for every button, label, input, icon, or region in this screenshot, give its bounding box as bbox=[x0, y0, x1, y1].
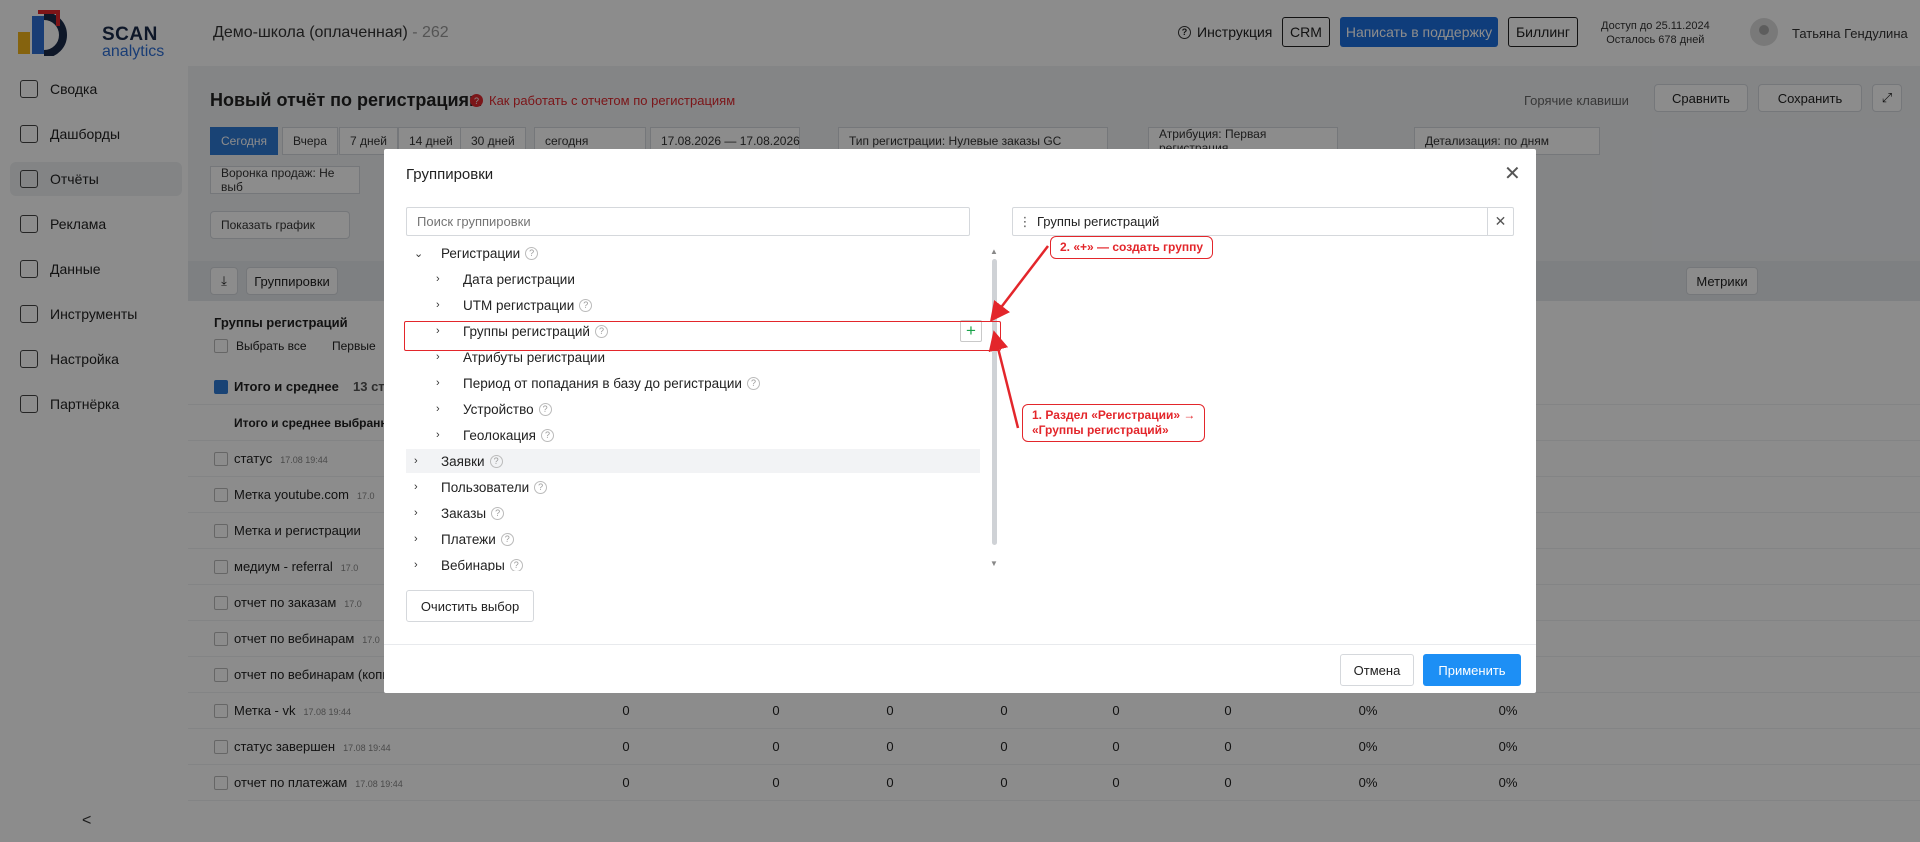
grouping-search-input[interactable] bbox=[406, 207, 970, 236]
scroll-down-icon[interactable]: ▼ bbox=[990, 559, 998, 568]
tree-node-text: Атрибуты регистрации bbox=[463, 350, 605, 365]
tree-node[interactable]: › Заявки? bbox=[406, 449, 980, 473]
selected-grouping-label: Группы регистраций bbox=[1037, 214, 1160, 229]
chevron-down-icon[interactable]: ⌄ bbox=[414, 247, 423, 260]
tree-node-label: Пользователи bbox=[441, 479, 530, 495]
tree-node-label: Период от попадания в базу до регистраци… bbox=[463, 375, 742, 391]
help-icon[interactable]: ? bbox=[746, 376, 760, 390]
tree-node[interactable]: › Платежи? bbox=[406, 527, 980, 551]
chevron-right-icon[interactable]: › bbox=[414, 507, 418, 519]
tree-node-label: Дата регистрации bbox=[463, 271, 575, 287]
help-icon[interactable]: ? bbox=[540, 428, 554, 442]
callout-2: 2. «+» — создать группу bbox=[1050, 236, 1214, 259]
selected-grouping: ⋮ Группы регистраций ✕ bbox=[1012, 207, 1514, 236]
tree-node-text: Заказы? bbox=[441, 505, 505, 521]
callout-1: 1. Раздел «Регистрации» → «Группы регист… bbox=[1022, 404, 1206, 442]
callout-1-line2: «Группы регистраций» bbox=[1032, 423, 1169, 437]
tree-node-text: Геолокация? bbox=[463, 428, 554, 443]
tree-node-text: Заявки? bbox=[441, 454, 503, 469]
help-icon[interactable]: ? bbox=[500, 532, 514, 546]
tree-node[interactable]: › Пользователи? bbox=[406, 475, 980, 499]
tree-node-text: Регистрации? bbox=[441, 245, 539, 261]
scroll-up-icon[interactable]: ▲ bbox=[990, 247, 998, 256]
cancel-button[interactable]: Отмена bbox=[1340, 654, 1414, 686]
tree-node-label: Атрибуты регистрации bbox=[463, 349, 606, 365]
tree-node[interactable]: ⌄ Регистрации? bbox=[406, 241, 980, 265]
modal-title: Группировки bbox=[406, 166, 494, 183]
tree-node-text: Устройство? bbox=[463, 402, 552, 417]
chevron-right-icon[interactable]: › bbox=[414, 481, 418, 493]
grouping-tree: ⌄ Регистрации? › Дата регистрации › UTM регис… bbox=[406, 241, 980, 571]
remove-icon[interactable]: ✕ bbox=[1487, 208, 1513, 235]
tree-node-label: Заявки bbox=[441, 453, 485, 469]
apply-button[interactable]: Применить bbox=[1423, 654, 1521, 686]
tree-node-text: Период от попадания в базу до регистраци… bbox=[463, 376, 760, 391]
tree-node[interactable]: › Заказы? bbox=[406, 501, 980, 525]
help-icon[interactable]: ? bbox=[525, 246, 539, 260]
chevron-right-icon[interactable]: › bbox=[414, 559, 418, 571]
close-icon[interactable]: ✕ bbox=[1504, 161, 1521, 186]
groupings-modal: Группировки ✕ ⋮ Группы регистраций ✕ ⌄ Ре… bbox=[384, 149, 1536, 693]
tree-node-text: Вебинары? bbox=[441, 557, 523, 572]
tree-node[interactable]: › Вебинары? bbox=[406, 553, 980, 571]
help-icon[interactable]: ? bbox=[489, 454, 503, 468]
tree-node-label: Регистрации bbox=[441, 245, 521, 261]
help-icon[interactable]: ? bbox=[538, 402, 552, 416]
tree-node[interactable]: › Устройство? bbox=[406, 397, 980, 421]
chevron-right-icon[interactable]: › bbox=[436, 377, 440, 389]
help-icon[interactable]: ? bbox=[534, 480, 548, 494]
tree-node-text: Пользователи? bbox=[441, 479, 548, 495]
tree-node-label: Геолокация bbox=[463, 427, 536, 443]
chevron-right-icon[interactable]: › bbox=[414, 533, 418, 545]
tree-node-label: Платежи bbox=[441, 531, 496, 547]
chevron-right-icon[interactable]: › bbox=[436, 299, 440, 311]
chevron-right-icon[interactable]: › bbox=[436, 273, 440, 285]
tree-node-text: UTM регистрации? bbox=[463, 297, 593, 313]
chevron-right-icon[interactable]: › bbox=[436, 403, 440, 415]
tree-node[interactable]: › Геолокация? bbox=[406, 423, 980, 447]
tree-node-label: Вебинары bbox=[441, 557, 505, 572]
clear-selection-button[interactable]: Очистить выбор bbox=[406, 590, 534, 622]
tree-node-label: Заказы bbox=[441, 505, 487, 521]
help-icon[interactable]: ? bbox=[579, 298, 593, 312]
tree-scrollbar[interactable] bbox=[992, 259, 997, 545]
tree-node[interactable]: › Дата регистрации bbox=[406, 267, 980, 291]
highlight-box bbox=[404, 321, 1001, 351]
tree-node-text: Платежи? bbox=[441, 532, 514, 547]
chevron-right-icon[interactable]: › bbox=[436, 429, 440, 441]
drag-handle-icon[interactable]: ⋮ bbox=[1013, 214, 1037, 230]
chevron-right-icon[interactable]: › bbox=[414, 455, 418, 467]
callout-1-line1: 1. Раздел «Регистрации» → bbox=[1032, 408, 1196, 422]
tree-node-label: Устройство bbox=[463, 401, 534, 417]
tree-node-text: Дата регистрации bbox=[463, 272, 575, 287]
help-icon[interactable]: ? bbox=[491, 506, 505, 520]
tree-node[interactable]: › Период от попадания в базу до регистрац… bbox=[406, 371, 980, 395]
modal-footer-divider bbox=[384, 644, 1536, 645]
tree-node-label: UTM регистрации bbox=[463, 297, 575, 313]
chevron-right-icon[interactable]: › bbox=[436, 351, 440, 363]
tree-node[interactable]: › UTM регистрации? bbox=[406, 293, 980, 317]
help-icon[interactable]: ? bbox=[509, 558, 523, 571]
